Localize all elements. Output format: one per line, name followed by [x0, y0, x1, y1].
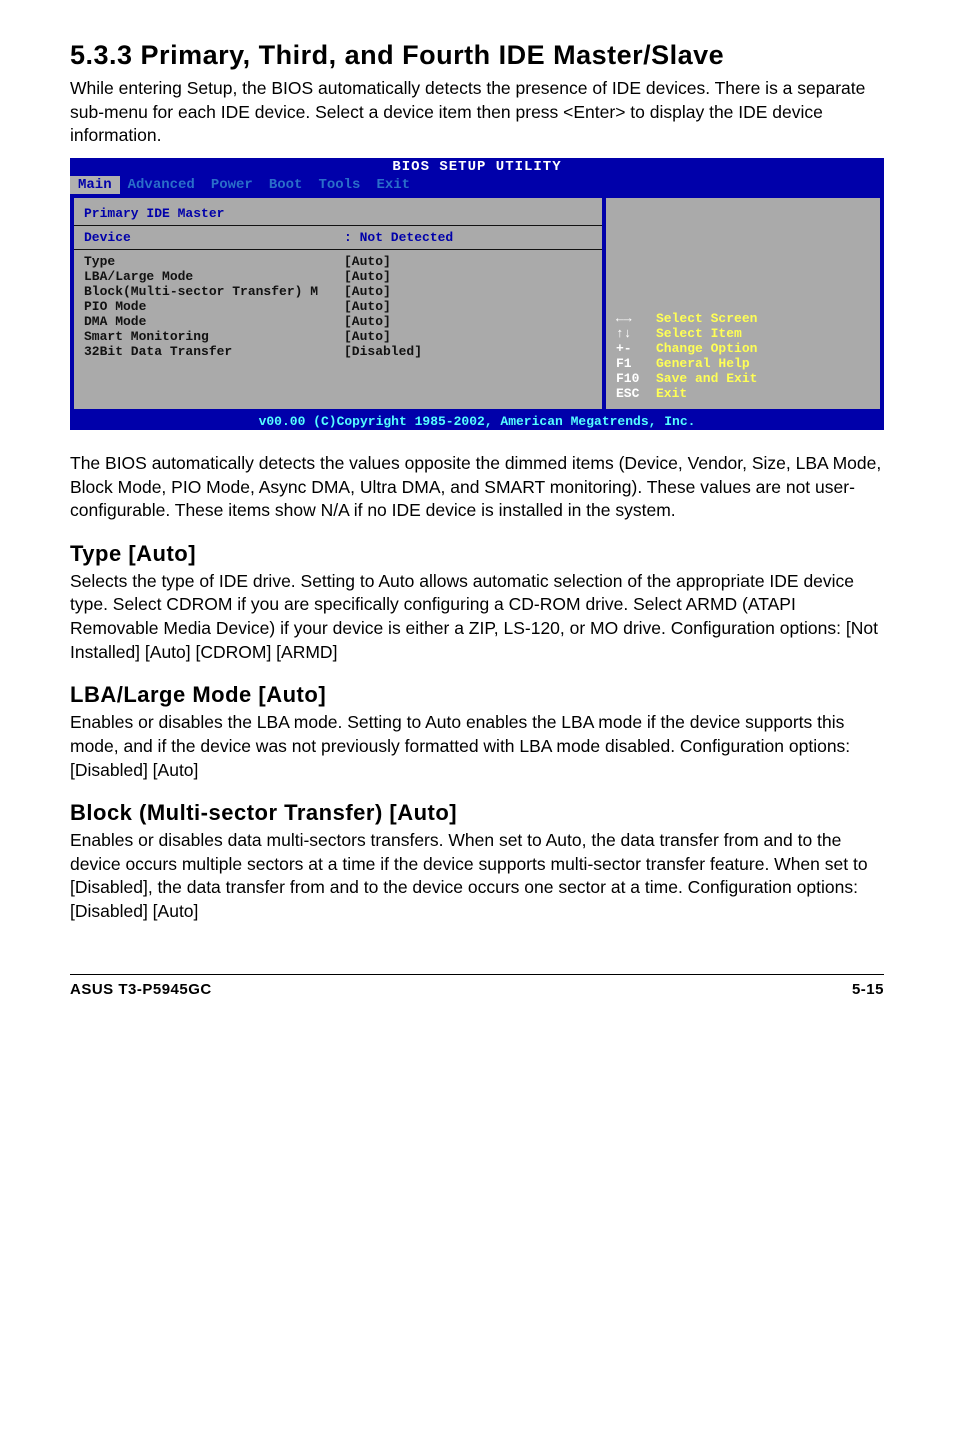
bios-left-panel: Primary IDE Master Device : Not Detected…: [74, 198, 602, 409]
bios-setting-row[interactable]: Type [Auto]: [84, 254, 592, 269]
bios-help-text: Save and Exit: [656, 371, 757, 386]
bios-setting-label: PIO Mode: [84, 299, 344, 314]
bios-device-row: Device : Not Detected: [84, 230, 592, 245]
type-heading: Type [Auto]: [70, 541, 884, 567]
lba-body: Enables or disables the LBA mode. Settin…: [70, 711, 884, 782]
bios-setting-row[interactable]: Block(Multi-sector Transfer) M [Auto]: [84, 284, 592, 299]
bios-tab-main[interactable]: Main: [70, 176, 120, 194]
bios-setting-value: [Auto]: [344, 269, 391, 284]
bios-help-text: Change Option: [656, 341, 757, 356]
bios-setting-row[interactable]: DMA Mode [Auto]: [84, 314, 592, 329]
bios-help-text: General Help: [656, 356, 750, 371]
bios-help-text: Select Item: [656, 326, 742, 341]
bios-tab-boot[interactable]: Boot: [261, 176, 311, 194]
bios-help-row: F10 Save and Exit: [616, 371, 870, 386]
bios-help-key: ↑↓: [616, 326, 656, 341]
bios-screenshot: BIOS SETUP UTILITY Main Advanced Power B…: [70, 158, 884, 430]
bios-body: Primary IDE Master Device : Not Detected…: [70, 194, 884, 413]
block-heading: Block (Multi-sector Transfer) [Auto]: [70, 800, 884, 826]
bios-setting-value: [Auto]: [344, 284, 391, 299]
post-bios-paragraph: The BIOS automatically detects the value…: [70, 452, 884, 523]
page-footer: ASUS T3-P5945GC 5-15: [70, 974, 884, 998]
bios-setting-label: 32Bit Data Transfer: [84, 344, 344, 359]
bios-setting-label: Block(Multi-sector Transfer) M: [84, 284, 344, 299]
bios-setting-value: [Auto]: [344, 314, 391, 329]
bios-setting-label: DMA Mode: [84, 314, 344, 329]
bios-setting-label: LBA/Large Mode: [84, 269, 344, 284]
bios-help-panel: ←→ Select Screen ↑↓ Select Item +- Chang…: [606, 198, 880, 409]
bios-setting-row[interactable]: PIO Mode [Auto]: [84, 299, 592, 314]
bios-help-key: ←→: [616, 311, 656, 326]
bios-setting-value: [Auto]: [344, 329, 391, 344]
block-body: Enables or disables data multi-sectors t…: [70, 829, 884, 924]
footer-product: ASUS T3-P5945GC: [70, 981, 212, 998]
bios-help-row: F1 General Help: [616, 356, 870, 371]
bios-help-key: ESC: [616, 386, 656, 401]
bios-setting-label: Smart Monitoring: [84, 329, 344, 344]
bios-setting-label: Type: [84, 254, 344, 269]
bios-title: BIOS SETUP UTILITY: [70, 158, 884, 176]
lba-heading: LBA/Large Mode [Auto]: [70, 682, 884, 708]
bios-tab-power[interactable]: Power: [203, 176, 261, 194]
intro-paragraph: While entering Setup, the BIOS automatic…: [70, 77, 884, 148]
bios-setting-value: [Disabled]: [344, 344, 422, 359]
footer-page-number: 5-15: [852, 981, 884, 998]
bios-setting-value: [Auto]: [344, 254, 391, 269]
bios-tab-bar: Main Advanced Power Boot Tools Exit: [70, 176, 884, 194]
bios-copyright: v00.00 (C)Copyright 1985-2002, American …: [70, 413, 884, 430]
bios-tab-exit[interactable]: Exit: [368, 176, 418, 194]
bios-help-key: +-: [616, 341, 656, 356]
bios-device-value: : Not Detected: [344, 230, 453, 245]
bios-help-key: F10: [616, 371, 656, 386]
bios-setting-row[interactable]: Smart Monitoring [Auto]: [84, 329, 592, 344]
bios-setting-row[interactable]: 32Bit Data Transfer [Disabled]: [84, 344, 592, 359]
bios-help-row: ↑↓ Select Item: [616, 326, 870, 341]
section-number-title: 5.3.3 Primary, Third, and Fourth IDE Mas…: [70, 40, 884, 71]
bios-help-text: Select Screen: [656, 311, 757, 326]
type-body: Selects the type of IDE drive. Setting t…: [70, 570, 884, 665]
bios-panel-title: Primary IDE Master: [84, 206, 592, 221]
bios-help-row: ←→ Select Screen: [616, 311, 870, 326]
bios-help-row: ESC Exit: [616, 386, 870, 401]
bios-setting-value: [Auto]: [344, 299, 391, 314]
bios-help-text: Exit: [656, 386, 687, 401]
bios-help-key: F1: [616, 356, 656, 371]
bios-tab-tools[interactable]: Tools: [310, 176, 368, 194]
bios-divider: [74, 249, 602, 250]
bios-divider: [74, 225, 602, 226]
bios-device-label: Device: [84, 230, 344, 245]
bios-help-row: +- Change Option: [616, 341, 870, 356]
bios-setting-row[interactable]: LBA/Large Mode [Auto]: [84, 269, 592, 284]
bios-tab-advanced[interactable]: Advanced: [120, 176, 203, 194]
